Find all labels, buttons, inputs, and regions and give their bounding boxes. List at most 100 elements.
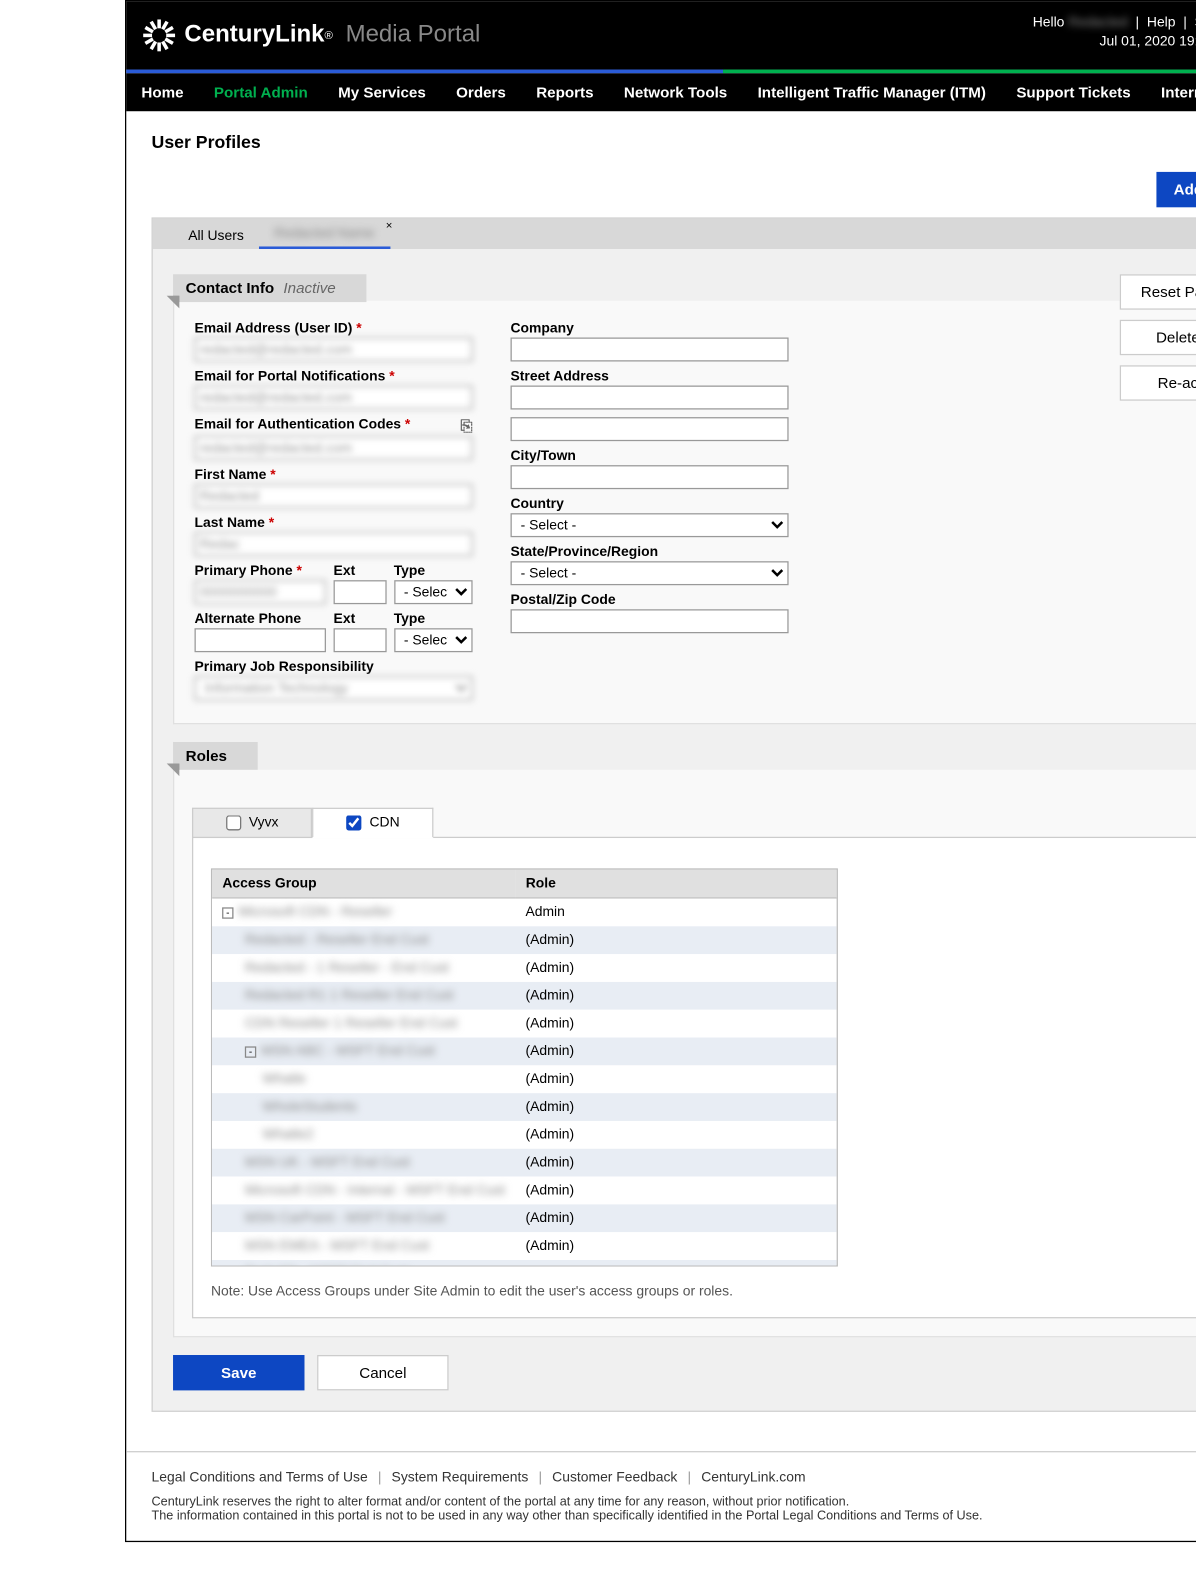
email-id-label: Email Address (User ID) * — [195, 321, 473, 336]
page-title: User Profiles — [152, 131, 1196, 151]
nav-portal-admin[interactable]: Portal Admin — [214, 83, 308, 101]
role-tabs: VyvxCDN — [192, 808, 1196, 838]
role-tab-vyvx[interactable]: Vyvx — [192, 808, 313, 838]
table-row[interactable]: Tech SD - MSFT End Cust(Admin) — [212, 1260, 836, 1265]
footer-disclaimer-2: The information contained in this portal… — [152, 1509, 1196, 1523]
alt-type-select[interactable]: - Select - — [394, 628, 473, 652]
street-input[interactable] — [511, 386, 789, 410]
cancel-button[interactable]: Cancel — [317, 1355, 448, 1390]
copy-icon[interactable]: ⎘ — [460, 417, 472, 436]
city-input[interactable] — [511, 465, 789, 489]
role-tab-cdn[interactable]: CDN — [313, 808, 434, 838]
contact-col-left: Email Address (User ID) * Email for Port… — [195, 321, 473, 708]
access-group-header: Access Group — [212, 870, 515, 898]
table-row[interactable]: -MSN ABC - MSFT End Cust(Admin) — [212, 1038, 836, 1066]
brand-logo: CenturyLink® Media Portal — [141, 18, 480, 53]
postal-input[interactable] — [511, 609, 789, 633]
nav-internal-tools[interactable]: Internal Tools — [1161, 83, 1196, 101]
footer-link-2[interactable]: Customer Feedback — [552, 1470, 677, 1485]
save-button[interactable]: Save — [173, 1355, 304, 1390]
role-checkbox-vyvx[interactable] — [226, 815, 241, 830]
role-checkbox-cdn[interactable] — [347, 815, 362, 830]
user-tab-1[interactable]: Redacted Name× — [259, 221, 390, 249]
table-row[interactable]: MSN CarPoint - MSFT End Cust(Admin) — [212, 1205, 836, 1233]
alt-ext-label: Ext — [334, 612, 387, 627]
table-row[interactable]: MSN UK - MSFT End Cust(Admin) — [212, 1149, 836, 1177]
user-tab-0[interactable]: All Users — [173, 224, 259, 249]
bottom-buttons: Save Cancel — [173, 1355, 1196, 1390]
table-row[interactable]: Whatle2(Admin) — [212, 1121, 836, 1149]
street-label: Street Address — [511, 369, 789, 384]
primary-type-select[interactable]: - Select - — [394, 580, 473, 604]
nav-intelligent-traffic-manager-itm-[interactable]: Intelligent Traffic Manager (ITM) — [758, 83, 986, 101]
roles-note: Note: Use Access Groups under Site Admin… — [211, 1284, 1196, 1299]
reset-password-button[interactable]: Reset Password — [1119, 274, 1196, 309]
table-row[interactable]: -Microsoft CDN - ResellerAdmin — [212, 899, 836, 927]
nav-my-services[interactable]: My Services — [338, 83, 426, 101]
email-id-input[interactable] — [195, 337, 473, 361]
footer: Legal Conditions and Terms of Use|System… — [126, 1451, 1196, 1541]
company-input[interactable] — [511, 337, 789, 361]
email-auth-input[interactable] — [195, 436, 473, 460]
roles-section: Roles VyvxCDN Access Group Role -Microso… — [173, 742, 1196, 1337]
nav-home[interactable]: Home — [141, 83, 183, 101]
footer-links: Legal Conditions and Terms of Use|System… — [152, 1470, 1196, 1485]
role-header: Role — [516, 870, 837, 898]
first-name-label: First Name * — [195, 468, 473, 483]
alt-phone-input[interactable] — [195, 628, 326, 652]
state-select[interactable]: - Select - — [511, 561, 789, 585]
footer-link-1[interactable]: System Requirements — [392, 1470, 529, 1485]
primary-ext-label: Ext — [334, 564, 387, 579]
reactivate-button[interactable]: Re-activate — [1119, 365, 1196, 400]
main-nav: Home Portal Admin My Services Orders Reports… — [126, 73, 1196, 111]
company-label: Company — [511, 321, 789, 336]
country-select[interactable]: - Select - — [511, 513, 789, 537]
add-new-user-button[interactable]: Add New User — [1156, 172, 1196, 207]
footer-link-3[interactable]: CenturyLink.com — [701, 1470, 805, 1485]
table-row[interactable]: Whatle(Admin) — [212, 1066, 836, 1094]
job-select[interactable]: Information Technology — [195, 676, 473, 700]
table-row[interactable]: WholeStudents(Admin) — [212, 1093, 836, 1121]
table-row[interactable]: MSN EMEA - MSFT End Cust(Admin) — [212, 1232, 836, 1260]
delete-user-button[interactable]: Delete User — [1119, 320, 1196, 355]
primary-type-label: Type — [394, 564, 473, 579]
top-right: Hello Redacted | Help | Sign Out Jul 01,… — [1033, 14, 1196, 53]
access-table: Access Group Role -Microsoft CDN - Resel… — [211, 868, 838, 1266]
nav-reports[interactable]: Reports — [536, 83, 593, 101]
primary-phone-input[interactable] — [195, 580, 326, 604]
table-row[interactable]: Redacted - 1 Reseller - End Cust(Admin) — [212, 954, 836, 982]
nav-network-tools[interactable]: Network Tools — [624, 83, 727, 101]
footer-link-0[interactable]: Legal Conditions and Terms of Use — [152, 1470, 368, 1485]
expand-icon[interactable]: - — [222, 907, 233, 918]
table-row[interactable]: Redacted - Reseller End Cust(Admin) — [212, 927, 836, 955]
portal-name: Media Portal — [346, 21, 481, 49]
last-name-input[interactable] — [195, 532, 473, 556]
email-notif-input[interactable] — [195, 386, 473, 410]
topbar: CenturyLink® Media Portal Hello Redacted… — [126, 1, 1196, 69]
primary-ext-input[interactable] — [334, 580, 387, 604]
nav-orders[interactable]: Orders — [456, 83, 506, 101]
expand-icon[interactable]: - — [245, 1046, 256, 1057]
page-body: User Profiles Add New User All UsersReda… — [126, 111, 1196, 1451]
nav-support-tickets[interactable]: Support Tickets — [1016, 83, 1130, 101]
email-notif-label: Email for Portal Notifications * — [195, 369, 473, 384]
table-row[interactable]: Microsoft CDN - Internal - MSFT End Cust… — [212, 1177, 836, 1205]
side-actions: Reset Password Delete User Re-activate — [1119, 274, 1196, 400]
user-tabs: All UsersRedacted Name× — [153, 219, 1196, 249]
first-name-input[interactable] — [195, 484, 473, 508]
contact-info-header: Contact Info Inactive — [173, 274, 366, 302]
street2-input[interactable] — [511, 417, 789, 441]
alt-ext-input[interactable] — [334, 628, 387, 652]
contact-grid: Email Address (User ID) * Email for Port… — [173, 301, 1196, 724]
greeting: Hello — [1033, 15, 1065, 30]
primary-phone-label: Primary Phone * — [195, 564, 326, 579]
centurylink-icon — [141, 18, 176, 53]
close-icon[interactable]: × — [386, 219, 393, 232]
last-name-label: Last Name * — [195, 516, 473, 531]
table-row[interactable]: Redacted R1 1 Reseller End Cust(Admin) — [212, 982, 836, 1010]
footer-disclaimer-1: CenturyLink reserves the right to alter … — [152, 1495, 1196, 1509]
postal-label: Postal/Zip Code — [511, 593, 789, 608]
table-row[interactable]: CDN Reseller 1 Reseller End Cust(Admin) — [212, 1010, 836, 1038]
form-area: Reset Password Delete User Re-activate C… — [153, 249, 1196, 1411]
help-link[interactable]: Help — [1147, 15, 1176, 30]
